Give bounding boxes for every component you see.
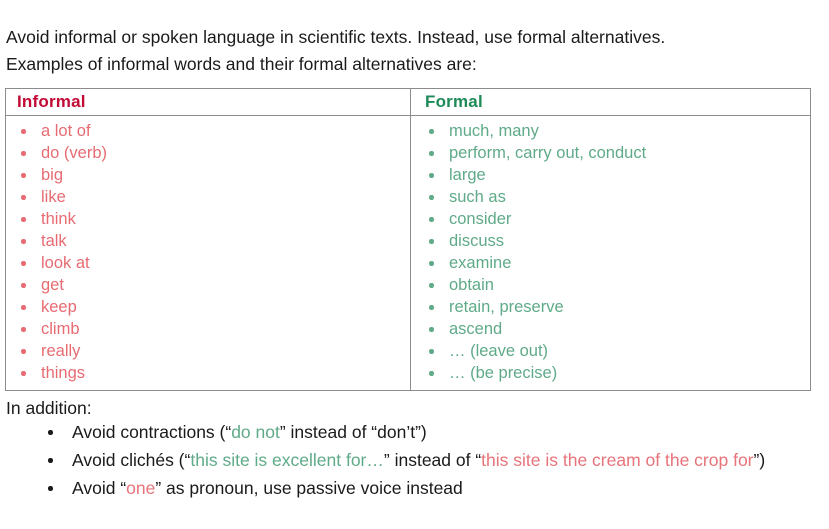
formal-word-item: examine: [411, 252, 810, 274]
informal-word-item: a lot of: [6, 120, 410, 142]
document-page: Avoid informal or spoken language in sci…: [0, 0, 829, 529]
informal-word-item: things: [6, 362, 410, 384]
informal-word-item: think: [6, 208, 410, 230]
rule-text-run: this site is the cream of the crop for: [481, 450, 754, 470]
formal-word-item: much, many: [411, 120, 810, 142]
table-body-cell-informal: a lot of do (verb) big like think talk look at…: [6, 116, 411, 390]
formal-word-item: retain, preserve: [411, 296, 810, 318]
rule-text-run: do not: [231, 422, 280, 442]
informal-word-item: keep: [6, 296, 410, 318]
formal-word-item: … (leave out): [411, 340, 810, 362]
informal-word-item: big: [6, 164, 410, 186]
rule-text-run: Avoid clichés (“: [72, 450, 191, 470]
formal-word-item: large: [411, 164, 810, 186]
rule-text-run: ” as pronoun, use passive voice instead: [155, 478, 463, 498]
rule-text-run: ”): [753, 450, 766, 470]
table-header-cell-formal: Formal: [411, 89, 810, 115]
rule-item-cliches: Avoid clichés (“this site is excellent f…: [6, 447, 824, 473]
formal-word-item: consider: [411, 208, 810, 230]
informal-word-item: really: [6, 340, 410, 362]
rule-text-run: one: [126, 478, 156, 498]
table-body-cell-formal: much, many perform, carry out, conduct lar…: [411, 116, 810, 390]
informal-word-item: look at: [6, 252, 410, 274]
table-body-row: a lot of do (verb) big like think talk look at…: [6, 116, 810, 390]
informal-word-item: do (verb): [6, 142, 410, 164]
table-header-row: Informal Formal: [6, 89, 810, 116]
rule-text-run: Avoid contractions (“: [72, 422, 232, 442]
rule-item-one-pronoun: Avoid “one” as pronoun, use passive voic…: [6, 475, 824, 501]
in-addition-label: In addition:: [6, 398, 92, 418]
rule-text-run: ” instead of “: [383, 450, 482, 470]
rule-text-run: Avoid “: [72, 478, 127, 498]
informal-word-item: like: [6, 186, 410, 208]
informal-word-item: climb: [6, 318, 410, 340]
formal-word-item: ascend: [411, 318, 810, 340]
additional-rules-list: Avoid contractions (“do not” instead of …: [6, 419, 824, 503]
informal-word-item: talk: [6, 230, 410, 252]
formal-word-item: discuss: [411, 230, 810, 252]
informal-word-item: get: [6, 274, 410, 296]
formal-word-item: such as: [411, 186, 810, 208]
informal-word-list: a lot of do (verb) big like think talk look at…: [6, 116, 410, 390]
formal-word-item: obtain: [411, 274, 810, 296]
rule-text-run: ” instead of “don’t”): [279, 422, 427, 442]
rule-text-run: this site is excellent for…: [190, 450, 384, 470]
intro-paragraph: Avoid informal or spoken language in sci…: [6, 26, 666, 74]
formal-word-list: much, many perform, carry out, conduct lar…: [411, 116, 810, 390]
formal-word-item: perform, carry out, conduct: [411, 142, 810, 164]
column-header-formal: Formal: [425, 92, 483, 111]
rule-item-contractions: Avoid contractions (“do not” instead of …: [6, 419, 824, 445]
informal-formal-table: Informal Formal a lot of do (verb) big like…: [5, 88, 811, 391]
column-header-informal: Informal: [17, 92, 86, 111]
formal-word-item: … (be precise): [411, 362, 810, 384]
table-header-cell-informal: Informal: [6, 89, 411, 115]
